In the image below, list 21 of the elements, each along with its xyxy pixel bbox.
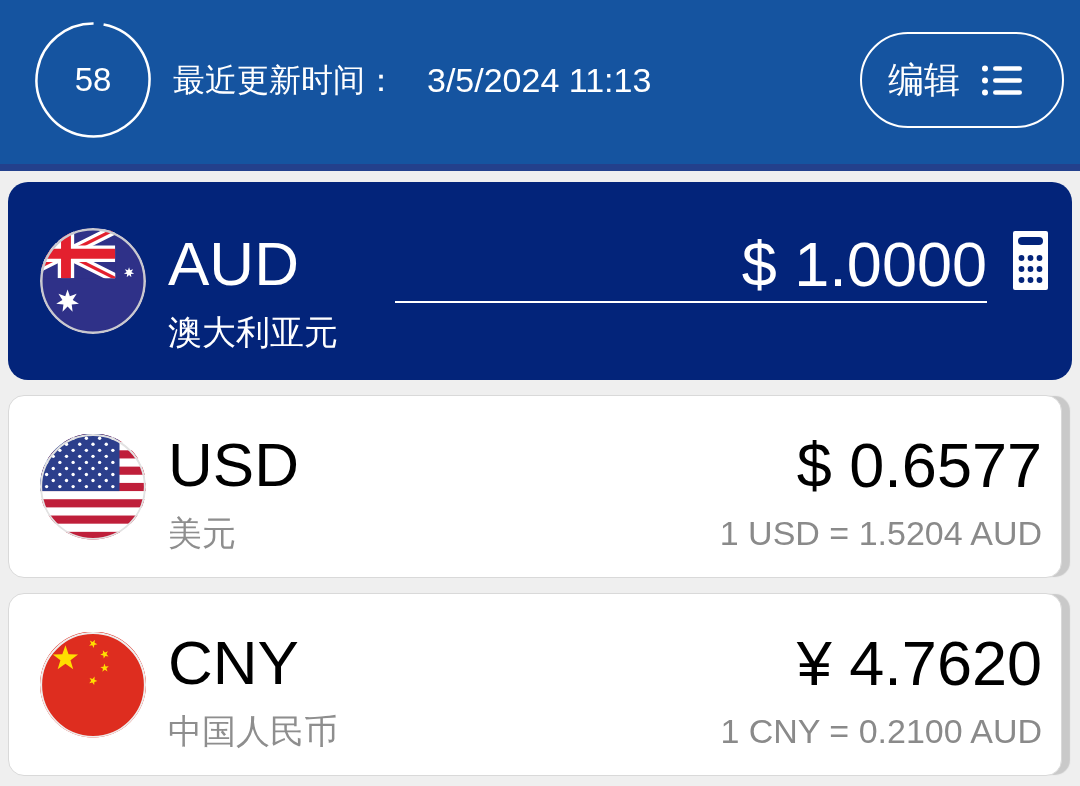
converted-amount: $ 0.6577 (796, 431, 1042, 499)
exchange-rate: 1 USD = 1.5204 AUD (719, 513, 1042, 554)
converted-amount: ¥ 4.7620 (796, 629, 1042, 697)
edit-button[interactable]: 编辑 (860, 32, 1064, 128)
currency-card[interactable]: CNY 中国人民币 ¥ 4.7620 1 CNY = 0.2100 AUD (8, 593, 1062, 776)
currency-code: USD (168, 431, 299, 499)
currency-card[interactable]: USD 美元 $ 0.6577 1 USD = 1.5204 AUD (8, 395, 1062, 578)
last-updated-time: 3/5/2024 11:13 (427, 60, 652, 101)
countdown-number: 58 (74, 60, 112, 100)
currency-name: 中国人民币 (168, 711, 338, 752)
currency-code: AUD (168, 230, 299, 298)
calculator-icon[interactable] (1013, 231, 1048, 290)
currency-name: 美元 (168, 513, 236, 554)
exchange-rate: 1 CNY = 0.2100 AUD (720, 711, 1042, 752)
currency-name: 澳大利亚元 (168, 312, 338, 353)
last-updated-label: 最近更新时间： (173, 61, 397, 100)
amount-field[interactable]: $ 1.0000 (395, 230, 987, 303)
currency-card[interactable]: AUD 澳大利亚元 $ 1.0000 (8, 182, 1072, 380)
list-icon (982, 64, 1022, 96)
us-flag-icon (40, 433, 146, 540)
currency-code: CNY (168, 629, 299, 697)
